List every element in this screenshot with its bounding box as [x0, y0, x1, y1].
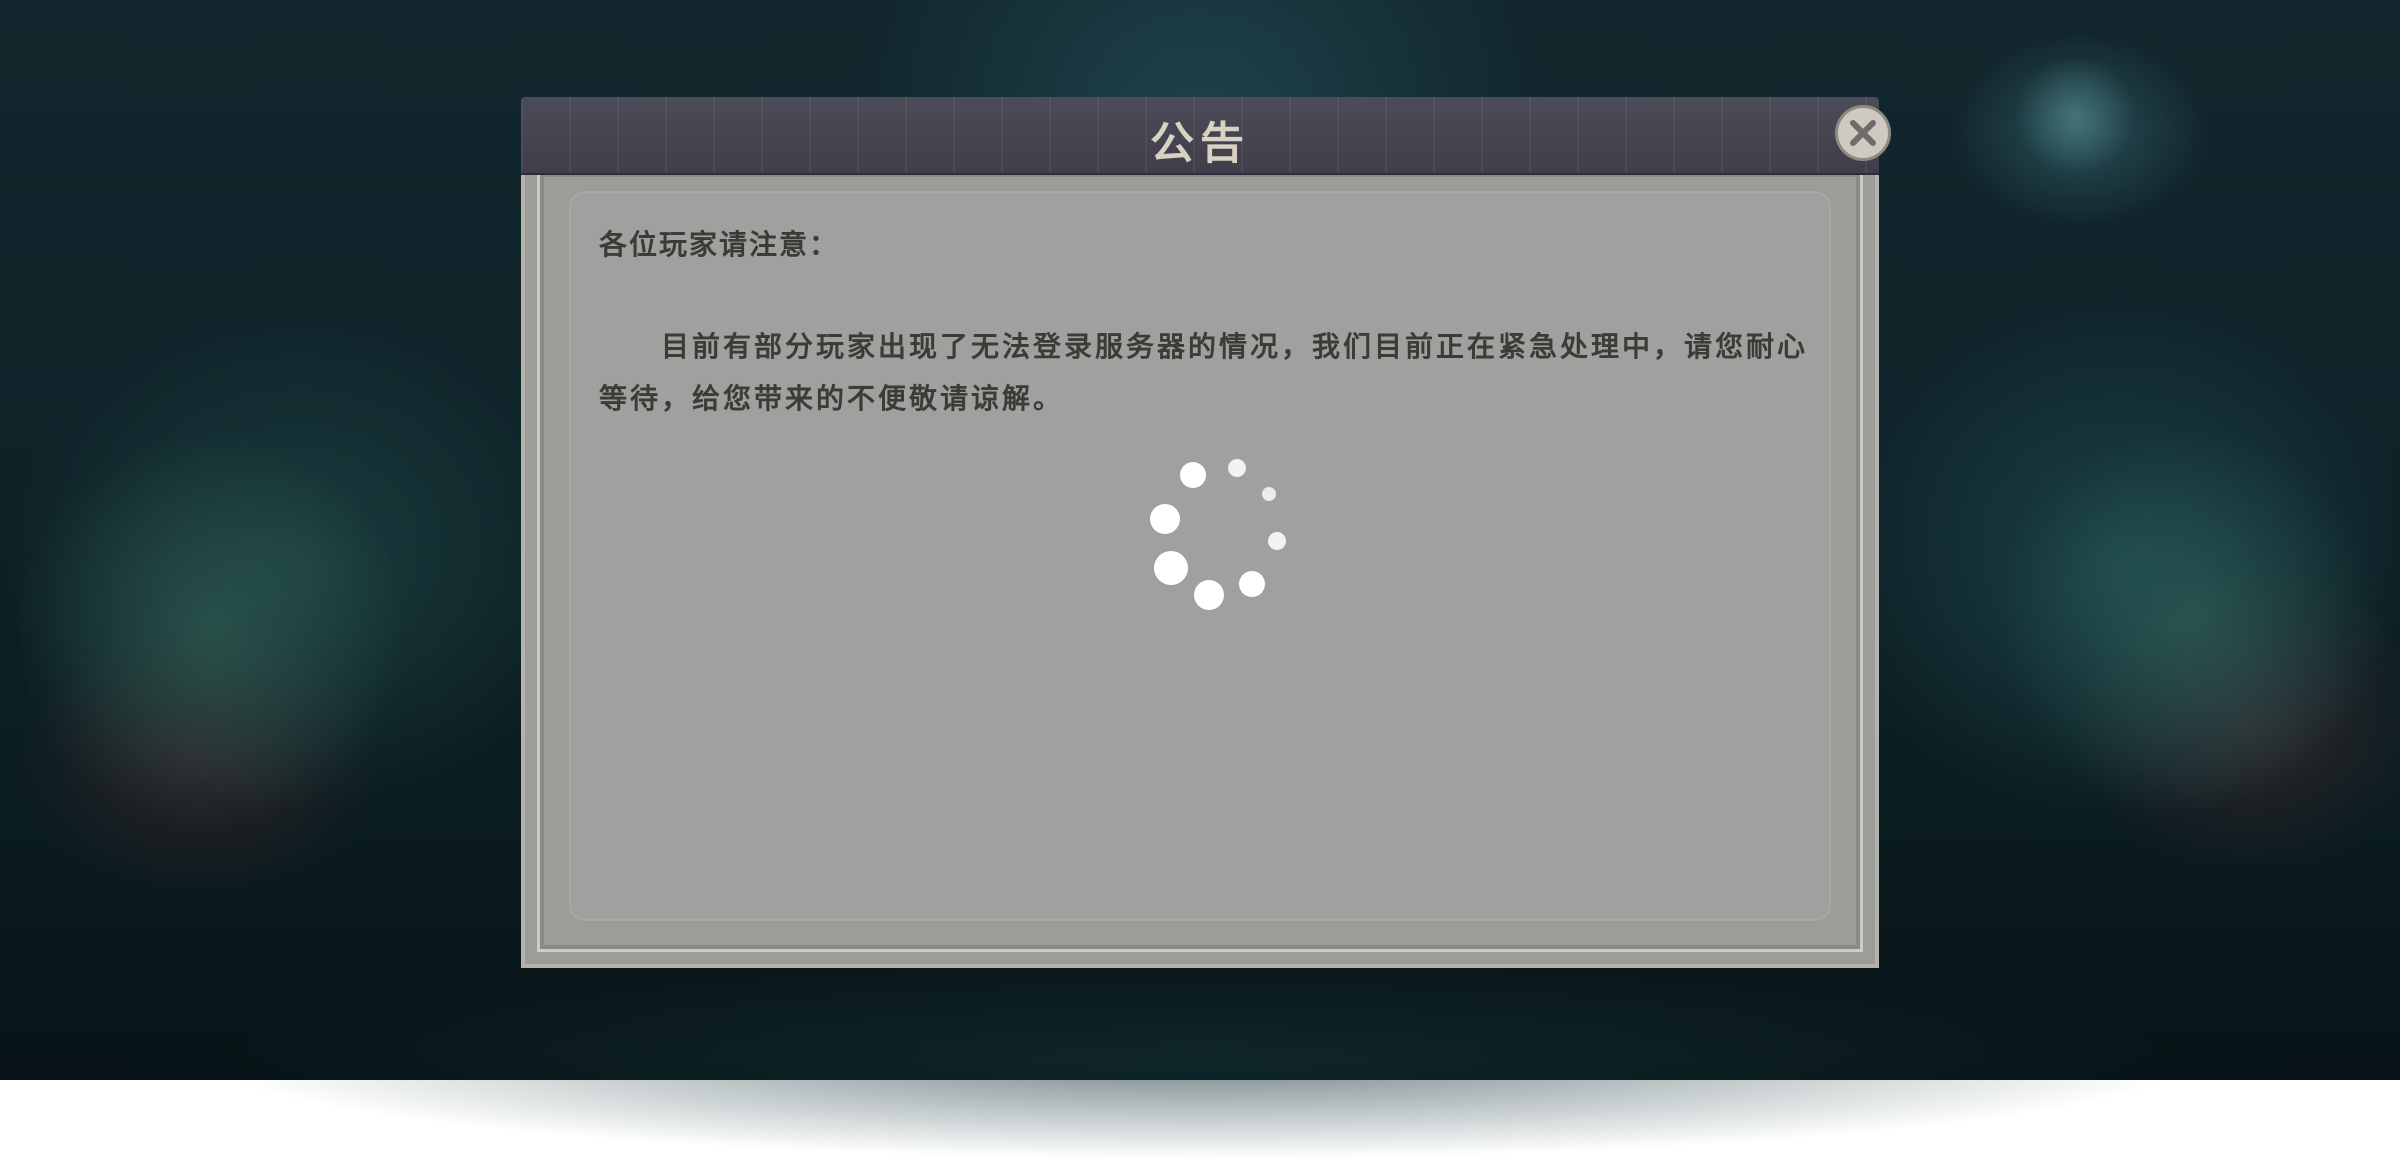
announcement-dialog: 各位玩家请注意： 目前有部分玩家出现了无法登录服务器的情况，我们目前正在紧急处理…	[521, 97, 1891, 968]
close-button[interactable]	[1835, 105, 1891, 161]
dialog-title-bar: 公告	[521, 97, 1879, 173]
spinner-dot	[1154, 551, 1188, 585]
close-icon	[1850, 120, 1876, 146]
background-coral-left	[20, 420, 400, 840]
spinner-dot	[1239, 571, 1265, 597]
announcement-greeting: 各位玩家请注意：	[599, 228, 840, 261]
dialog-frame: 各位玩家请注意： 目前有部分玩家出现了无法登录服务器的情况，我们目前正在紧急处理…	[521, 173, 1879, 968]
loading-spinner-icon	[1150, 459, 1286, 610]
spinner-dot	[1262, 487, 1276, 501]
announcement-body: 目前有部分玩家出现了无法登录服务器的情况，我们目前正在紧急处理中，请您耐心等待，…	[599, 330, 1809, 415]
background-coral-right	[2000, 420, 2380, 820]
announcement-content: 各位玩家请注意： 目前有部分玩家出现了无法登录服务器的情况，我们目前正在紧急处理…	[569, 191, 1831, 921]
spinner-dot	[1194, 580, 1224, 610]
dialog-title: 公告	[1150, 118, 1250, 169]
background-jellyfish	[2010, 60, 2140, 170]
spinner-dot	[1268, 532, 1286, 550]
spinner-dot	[1180, 462, 1206, 488]
spinner-dot	[1228, 459, 1246, 477]
spinner-dot	[1150, 504, 1180, 534]
background-seafloor	[200, 960, 2200, 1160]
